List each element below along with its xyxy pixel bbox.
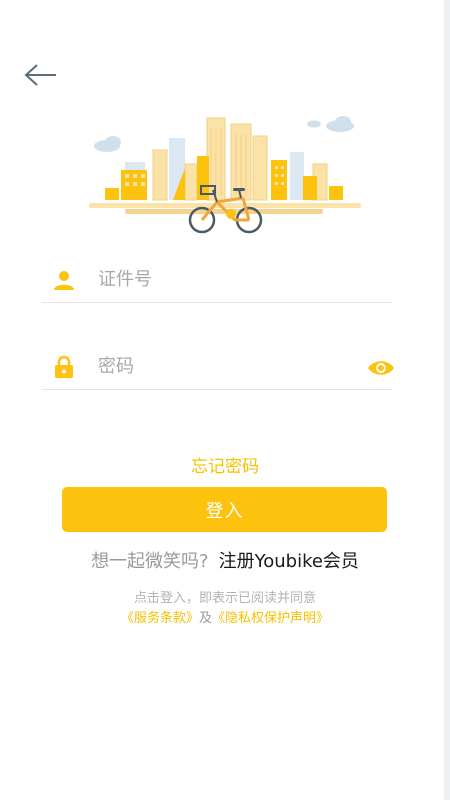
password-input[interactable] — [98, 351, 358, 381]
privacy-policy-link[interactable]: 《隐私权保护声明》 — [212, 611, 329, 626]
login-screen: 忘记密码 登入 想一起微笑吗? 注册Youbike会员 点击登入，即表示已阅读并同… — [0, 0, 450, 800]
terms-line: 《服务条款》及《隐私权保护声明》 — [0, 607, 450, 626]
id-field — [42, 258, 392, 303]
id-input[interactable] — [98, 264, 358, 294]
forgot-password-link[interactable]: 忘记密码 — [0, 452, 450, 477]
eye-icon[interactable] — [366, 357, 396, 379]
arrow-left-icon — [24, 64, 56, 86]
register-line: 想一起微笑吗? 注册Youbike会员 — [0, 547, 450, 573]
user-icon — [54, 271, 74, 290]
city-bike-illustration — [89, 116, 361, 234]
register-link[interactable]: 注册Youbike会员 — [219, 551, 359, 572]
login-button[interactable]: 登入 — [62, 487, 387, 532]
terms-conjunction: 及 — [198, 611, 212, 626]
agreement-text: 点击登入，即表示已阅读并同意 — [133, 591, 316, 606]
terms-of-service-link[interactable]: 《服务条款》 — [121, 611, 199, 626]
lock-icon — [55, 355, 73, 378]
screen-edge — [444, 0, 450, 800]
password-field — [42, 345, 394, 390]
register-prompt: 想一起微笑吗? — [91, 551, 209, 572]
back-button[interactable] — [22, 60, 60, 90]
